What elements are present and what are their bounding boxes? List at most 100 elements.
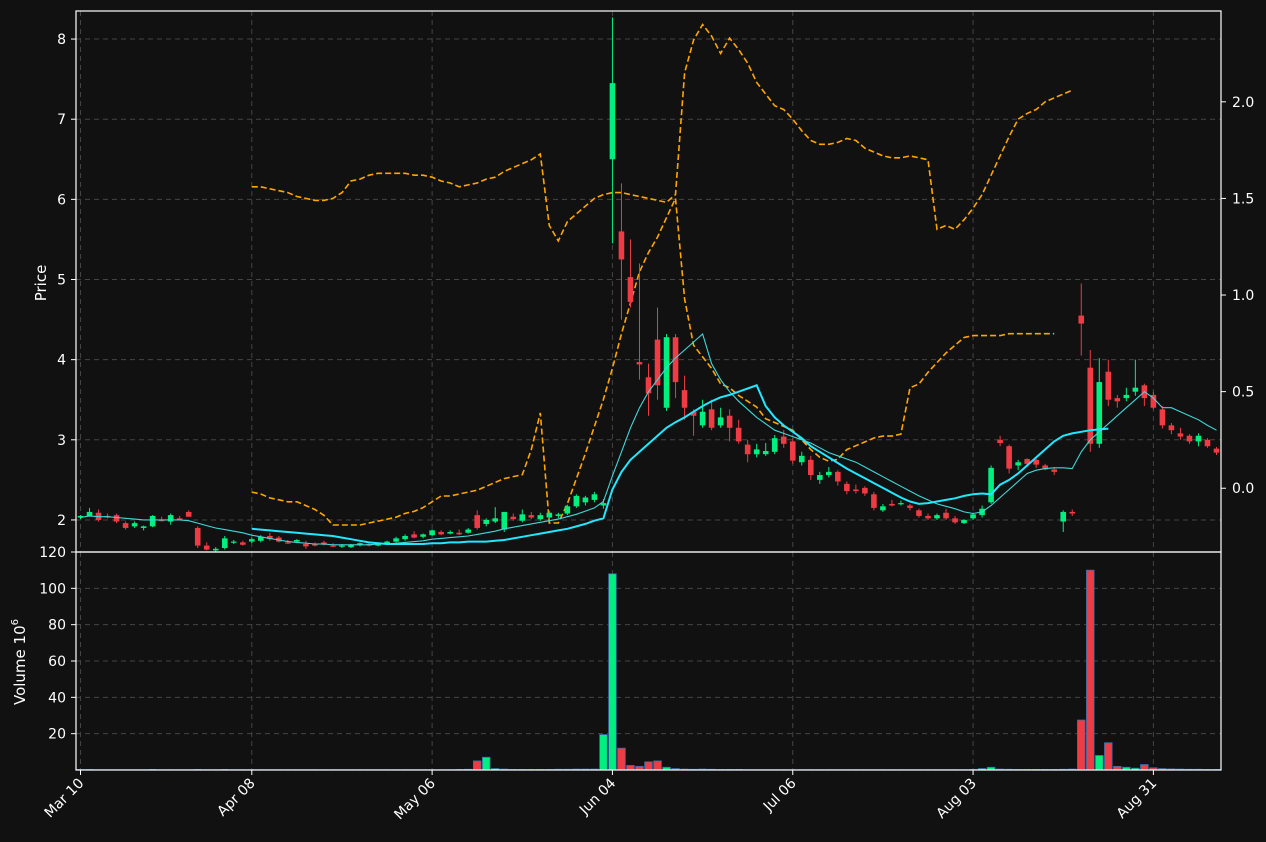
candle-body <box>1213 448 1220 453</box>
candle-body <box>925 515 931 519</box>
candle-body <box>1159 409 1166 426</box>
candle-body <box>510 516 517 520</box>
candle-body <box>474 515 480 528</box>
candle-body <box>1204 439 1211 447</box>
secondary-tick-label: 1.5 <box>1232 191 1254 207</box>
candle-body <box>1006 446 1012 469</box>
price-axis-label: Price <box>32 265 50 302</box>
candle-body <box>411 534 417 538</box>
volume-bar <box>1140 764 1149 771</box>
candle-body <box>122 523 129 528</box>
candle-body <box>807 459 814 476</box>
candle-body <box>113 515 120 522</box>
candle-body <box>609 83 616 160</box>
candle-body <box>203 545 210 550</box>
candle-body <box>798 455 805 463</box>
candle-body <box>149 515 156 527</box>
candle-body <box>564 506 571 514</box>
volume-tick-label: 120 <box>39 545 66 561</box>
candle-body <box>1078 315 1085 324</box>
candle-body <box>961 519 967 524</box>
candle-body <box>789 441 796 461</box>
volume-tick-label: 40 <box>48 690 66 706</box>
candle-body <box>708 409 715 428</box>
candle-body <box>420 534 426 537</box>
candle-body <box>591 494 598 500</box>
candle-body <box>907 505 913 508</box>
candle-body <box>1168 425 1175 431</box>
candle-body <box>582 497 589 503</box>
volume-bar <box>599 734 608 771</box>
candle-body <box>934 515 940 519</box>
candle-body <box>780 436 787 444</box>
price-tick-label: 8 <box>57 32 66 48</box>
candle-body <box>826 471 832 476</box>
price-tick-label: 5 <box>57 272 66 288</box>
price-tick-label: 4 <box>57 353 66 369</box>
candle-body <box>465 529 471 533</box>
candle-body <box>726 415 733 428</box>
candle-body <box>1033 459 1039 465</box>
candle-body <box>456 532 462 535</box>
candle-body <box>447 531 453 534</box>
candle-body <box>393 538 399 542</box>
candle-body <box>483 519 490 524</box>
candle-body <box>555 514 562 516</box>
candle-body <box>1186 435 1193 442</box>
candle-body <box>636 362 643 365</box>
volume-bar <box>626 765 635 771</box>
candle-body <box>140 526 147 528</box>
candle-body <box>1132 387 1139 392</box>
candle-body <box>1015 462 1021 466</box>
volume-bar <box>472 760 482 771</box>
candle-body <box>438 531 444 535</box>
volume-tick-label: 80 <box>48 618 66 634</box>
volume-bar <box>1086 569 1095 771</box>
candle-body <box>898 503 904 505</box>
candle-body <box>853 489 859 492</box>
candle-body <box>339 545 345 547</box>
candle-body <box>1051 469 1058 472</box>
volume-bar <box>481 756 491 771</box>
candle-body <box>330 545 336 547</box>
candle-body <box>167 515 174 522</box>
candle-body <box>230 541 237 543</box>
candle-body <box>1069 511 1076 514</box>
candle-body <box>943 512 949 519</box>
candle-body <box>663 337 670 408</box>
candle-body <box>294 539 300 542</box>
candle-body <box>771 438 778 452</box>
volume-axis-label-exponent: 6 <box>10 619 21 625</box>
candle-body <box>717 417 724 426</box>
candle-body <box>1114 398 1121 402</box>
candle-body <box>997 439 1003 443</box>
candle-body <box>573 495 580 507</box>
volume-bar <box>644 761 653 771</box>
stock-chart: 2345678 0.00.51.01.52.0 20406080100120 M… <box>0 0 1266 842</box>
candle-body <box>1123 394 1130 399</box>
candle-body <box>212 548 219 551</box>
volume-tick-label: 100 <box>39 581 66 597</box>
candle-body <box>303 543 309 547</box>
volume-axis-label: Volume 106 <box>10 619 29 705</box>
candle-body <box>501 511 508 530</box>
price-tick-label: 3 <box>57 433 66 449</box>
candle-body <box>537 515 544 520</box>
candle-body <box>889 503 895 506</box>
candle-body <box>952 518 958 523</box>
candle-body <box>835 471 841 482</box>
candle-body <box>402 535 408 540</box>
candle-body <box>429 530 435 536</box>
volume-bar <box>1104 742 1113 771</box>
candle-body <box>988 467 994 503</box>
volume-bar <box>608 573 617 771</box>
candle-body <box>862 487 868 494</box>
candle-body <box>970 514 976 519</box>
candle-body <box>239 542 246 545</box>
candle-body <box>1087 367 1094 444</box>
price-tick-label: 7 <box>57 112 66 128</box>
price-tick-label: 2 <box>57 513 66 529</box>
candle-body <box>86 511 93 516</box>
candle-body <box>546 512 553 518</box>
candle-body <box>753 449 760 455</box>
